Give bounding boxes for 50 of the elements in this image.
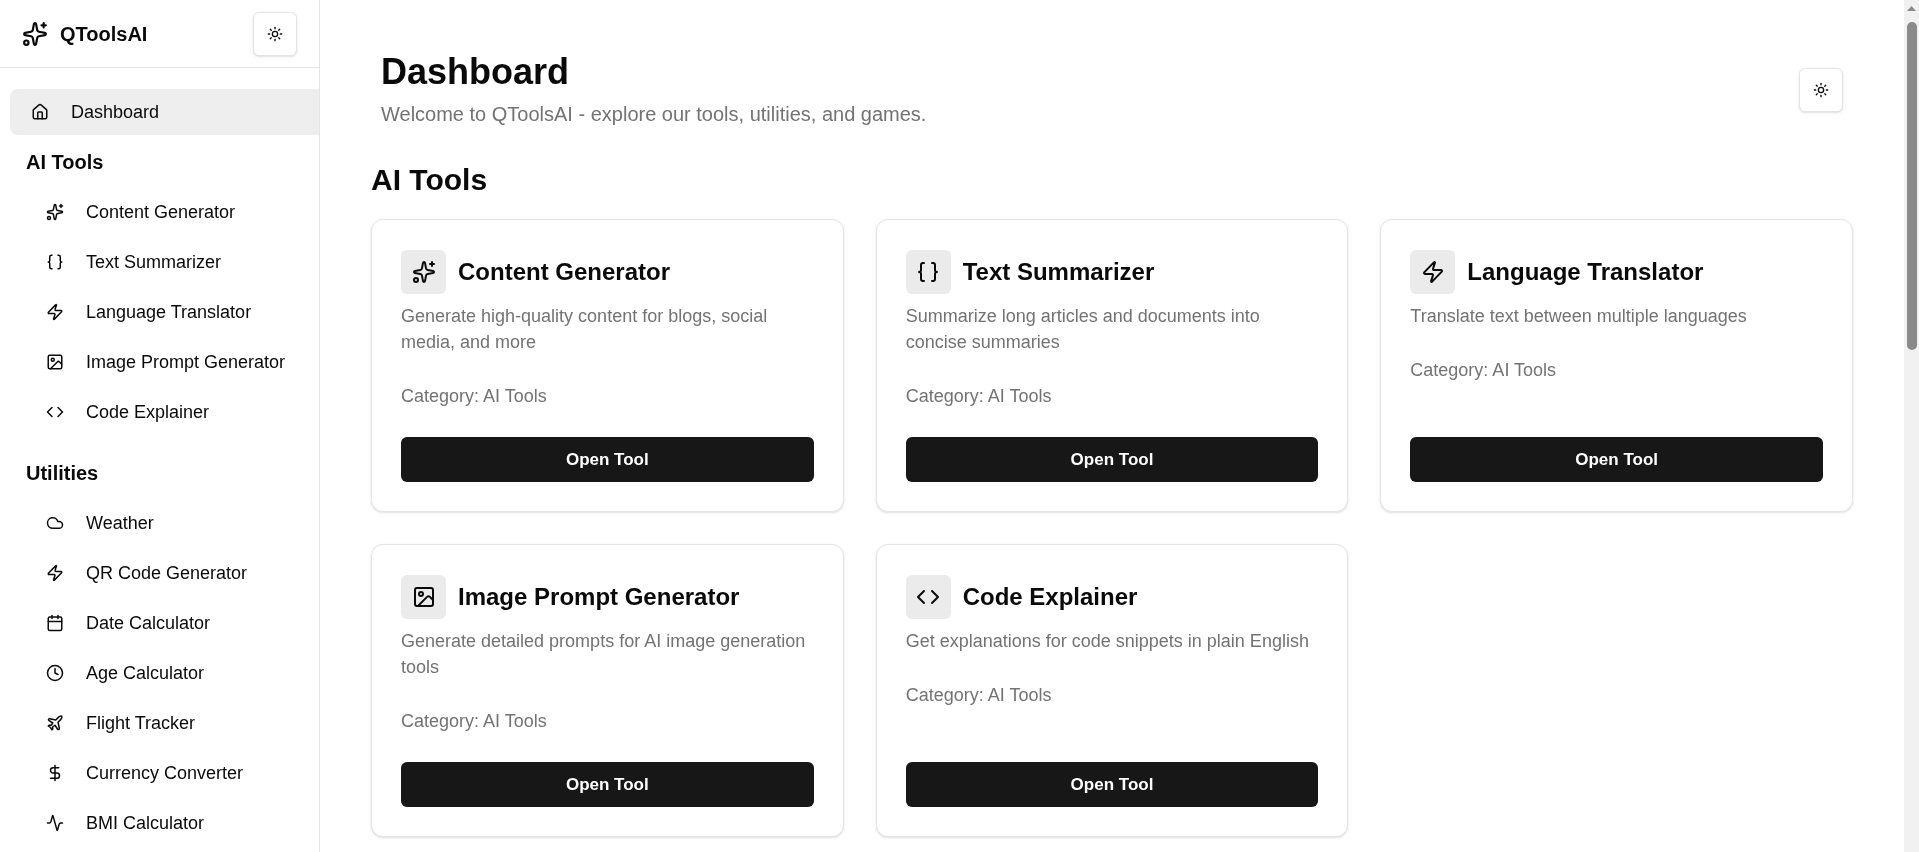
sparkles-icon [401,250,446,294]
braces-icon [46,253,64,271]
sun-icon [267,25,283,42]
open-tool-button[interactable]: Open Tool [401,762,814,807]
card-description: Generate high-quality content for blogs, social media, and more [401,305,769,354]
clock-icon [46,664,64,682]
theme-toggle-button[interactable] [1799,68,1843,112]
sidebar-section-title: AI Tools [25,150,105,175]
theme-toggle-button[interactable] [253,11,297,56]
sun-icon [1813,82,1829,98]
card-title: Content Generator [458,257,670,287]
page-subtitle: Welcome to QToolsAI - explore our tools, utilities, and games. [381,102,927,127]
card-category: Category: AI Tools [401,710,548,733]
card-category: Category: AI Tools [905,684,1053,707]
sparkles-icon [22,20,48,47]
plane-icon [46,714,64,732]
card-category: Category: AI Tools [905,385,1053,408]
card-description: Translate text between multiple languages [1410,305,1748,328]
sparkles-icon [46,203,64,221]
lightning-icon [1410,250,1456,294]
code-icon [905,575,951,619]
card-category: Category: AI Tools [1410,359,1558,382]
page-title: Dashboard [381,52,571,92]
card-description: Get explanations for code snippets in plain English [905,630,1310,653]
card-title: Text Summarizer [962,257,1155,287]
lightning-icon [46,564,64,582]
open-tool-button[interactable]: Open Tool [1410,437,1823,482]
section-title: AI Tools [371,162,489,198]
image-icon [46,353,64,371]
open-tool-button[interactable]: Open Tool [401,437,814,482]
card-title: Language Translator [1467,257,1704,287]
image-icon [401,575,446,619]
card-description: Generate detailed prompts for AI image generation tools [401,630,807,679]
pulse-icon [46,814,64,832]
card-title: Image Prompt Generator [458,582,740,612]
card-description: Summarize long articles and documents into concise summaries [905,305,1261,354]
sidebar-item[interactable]: Dashboard [10,89,319,135]
card-title: Code Explainer [962,582,1138,612]
scrollbar-thumb[interactable] [1906,22,1917,350]
calendar-icon [46,614,64,632]
brand-name: QToolsAI [60,21,148,47]
cloud-icon [46,514,64,532]
home-icon [31,103,49,121]
open-tool-button[interactable]: Open Tool [905,437,1319,482]
lightning-icon [46,303,64,321]
sidebar-section-title: Utilities [25,461,100,486]
open-tool-button[interactable]: Open Tool [905,762,1319,807]
card-category: Category: AI Tools [401,385,548,408]
braces-icon [905,250,951,294]
scroll-up-icon[interactable] [1907,6,1916,11]
